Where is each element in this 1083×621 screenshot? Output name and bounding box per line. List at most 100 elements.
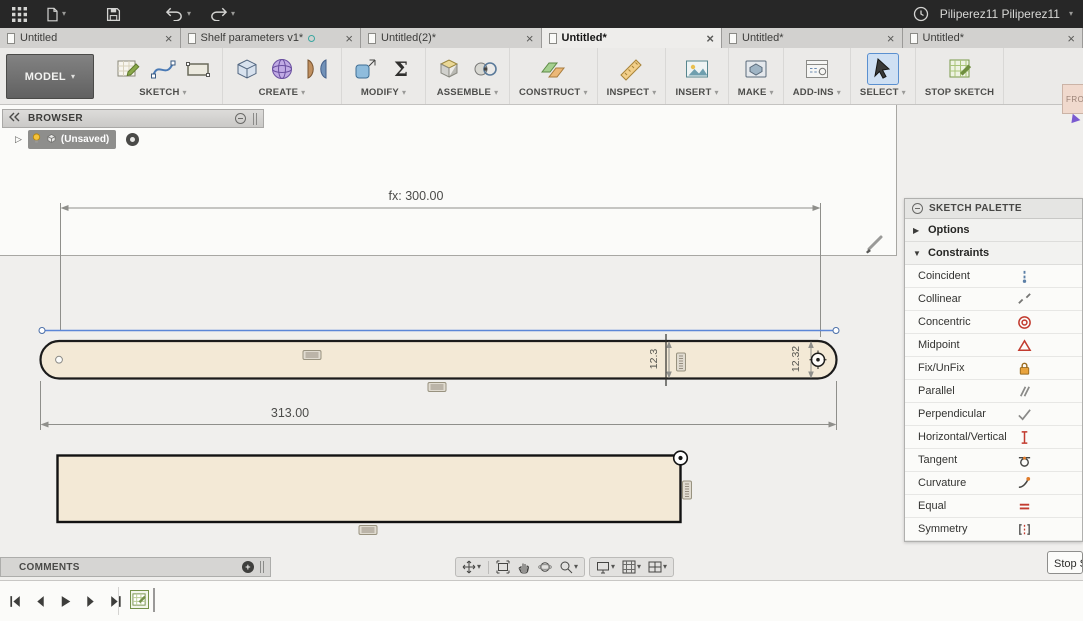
dim-top-label[interactable]: fx: 300.00 <box>389 189 444 203</box>
close-tab-button[interactable] <box>345 32 353 45</box>
workspace-selector[interactable]: MODEL ▾ <box>6 54 94 99</box>
ribbon-dropdown-select[interactable]: SELECT ▾ <box>860 85 906 100</box>
plane-button[interactable] <box>538 54 568 84</box>
dim-height-right-label[interactable]: 12.32 <box>790 346 802 372</box>
step-forward-button[interactable] <box>83 593 99 609</box>
loft-button[interactable] <box>302 54 332 84</box>
nav-zoom-button[interactable]: ▾ <box>557 559 580 575</box>
box-button[interactable] <box>232 54 262 84</box>
panel-grip[interactable] <box>260 561 264 573</box>
insert-image-button[interactable] <box>682 54 712 84</box>
sphere-button[interactable] <box>267 54 297 84</box>
display-settings-button[interactable]: ▾ <box>594 559 617 575</box>
nav-orbit-button[interactable] <box>536 559 554 575</box>
ribbon-dropdown-create[interactable]: CREATE ▾ <box>259 85 306 100</box>
stop-sketch-button[interactable]: Stop S <box>1047 551 1083 574</box>
constraint-row-midpoint[interactable]: Midpoint <box>905 334 1082 357</box>
section-options[interactable]: ▶ Options <box>905 219 1082 242</box>
sketch-button[interactable] <box>113 54 143 84</box>
close-tab-button[interactable] <box>526 32 534 45</box>
constraint-row-parallel[interactable]: Parallel <box>905 380 1082 403</box>
slot-profile[interactable] <box>39 339 838 380</box>
collapse-panel-icon[interactable] <box>235 113 246 124</box>
select-cursor-button[interactable] <box>866 52 899 85</box>
constraint-row-fix-unfix[interactable]: Fix/UnFix <box>905 357 1082 380</box>
press-pull-button[interactable] <box>351 54 381 84</box>
dim-width-label[interactable]: 313.00 <box>271 406 309 420</box>
skip-to-start-button[interactable] <box>8 593 24 609</box>
play-button[interactable] <box>58 593 74 609</box>
close-tab-button[interactable] <box>165 32 173 45</box>
ribbon-dropdown-stop-sketch[interactable]: STOP SKETCH <box>925 85 994 100</box>
file-menu-button[interactable]: ▾ <box>43 7 68 22</box>
constraint-row-equal[interactable]: Equal <box>905 495 1082 518</box>
document-chip[interactable]: (Unsaved) <box>27 130 117 149</box>
viewports-button[interactable]: ▾ <box>646 559 669 575</box>
browser-root-item[interactable]: ▷ (Unsaved) <box>2 129 264 150</box>
comments-bar[interactable]: COMMENTS + <box>0 557 271 577</box>
visibility-eye-icon[interactable] <box>126 133 140 146</box>
save-button[interactable] <box>104 7 123 22</box>
joint-button[interactable] <box>470 54 500 84</box>
ribbon-dropdown-construct[interactable]: CONSTRUCT ▾ <box>519 85 588 100</box>
make-button[interactable] <box>741 54 771 84</box>
palette-header[interactable]: SKETCH PALETTE <box>905 199 1082 219</box>
job-status-button[interactable] <box>911 6 931 22</box>
tab-untitled-0[interactable]: Untitled <box>0 28 181 48</box>
constraint-row-concentric[interactable]: Concentric <box>905 311 1082 334</box>
addins-button[interactable] <box>802 54 832 84</box>
parameters-sigma-button[interactable]: Σ <box>386 54 416 84</box>
close-tab-button[interactable] <box>706 32 714 45</box>
timeline-position-marker[interactable] <box>153 588 155 612</box>
spline-button[interactable] <box>148 54 178 84</box>
viewport[interactable]: fx: 300.00 12.3 12.32 313.00 BROWSER ▷ (… <box>0 105 1083 580</box>
ribbon-dropdown-inspect[interactable]: INSPECT ▾ <box>607 85 657 100</box>
construction-line-selected[interactable] <box>38 327 840 334</box>
ribbon-dropdown-make[interactable]: MAKE ▾ <box>738 85 774 100</box>
skip-to-end-button[interactable] <box>108 593 124 609</box>
ribbon-dropdown-modify[interactable]: MODIFY ▾ <box>361 85 406 100</box>
timeline-sketch-feature[interactable] <box>130 590 149 609</box>
add-comment-icon[interactable]: + <box>242 561 254 573</box>
constraint-row-symmetry[interactable]: Symmetry <box>905 518 1082 541</box>
section-constraints[interactable]: ▼ Constraints <box>905 242 1082 265</box>
constraint-row-coincident[interactable]: Coincident <box>905 265 1082 288</box>
close-tab-button[interactable] <box>1067 32 1075 45</box>
collapse-palette-icon[interactable] <box>912 203 923 214</box>
app-grid-button[interactable] <box>10 6 29 22</box>
dim-height-left-label[interactable]: 12.3 <box>648 349 660 370</box>
redo-button[interactable]: ▾ <box>207 7 237 21</box>
nav-pan-button[interactable] <box>515 559 533 575</box>
new-component-button[interactable] <box>435 54 465 84</box>
expand-arrow-icon[interactable]: ▷ <box>15 134 22 145</box>
constraint-row-collinear[interactable]: Collinear <box>905 288 1082 311</box>
user-name[interactable]: Piliperez11 Piliperez11 <box>940 7 1060 21</box>
constraint-row-curvature[interactable]: Curvature <box>905 472 1082 495</box>
stop-sketch-button[interactable] <box>945 54 975 84</box>
grid-settings-button[interactable]: ▾ <box>620 559 643 575</box>
ribbon-dropdown-insert[interactable]: INSERT ▾ <box>675 85 718 100</box>
ribbon-dropdown-add-ins[interactable]: ADD-INS ▾ <box>793 85 841 100</box>
bulb-icon[interactable] <box>31 132 42 147</box>
ribbon-dropdown-assemble[interactable]: ASSEMBLE ▾ <box>437 85 499 100</box>
rectangle-profile[interactable] <box>56 454 682 524</box>
slot-left-center-point[interactable] <box>55 355 63 364</box>
viewcube[interactable]: FRO <box>1062 84 1083 114</box>
nav-move-button[interactable]: ▾ <box>460 559 483 575</box>
close-tab-button[interactable] <box>887 32 895 45</box>
constraint-row-horizontal-vertical[interactable]: Horizontal/Vertical <box>905 426 1082 449</box>
tab-untitled-5[interactable]: Untitled* <box>902 28 1083 48</box>
tab-untitled-3[interactable]: Untitled* <box>541 28 722 48</box>
panel-grip[interactable] <box>253 112 257 125</box>
step-back-button[interactable] <box>33 593 49 609</box>
browser-header[interactable]: BROWSER <box>2 109 264 128</box>
constraint-row-perpendicular[interactable]: Perpendicular <box>905 403 1082 426</box>
tab-untitled-4[interactable]: Untitled* <box>722 28 903 48</box>
measure-button[interactable] <box>617 54 647 84</box>
corner-point-target[interactable] <box>672 450 689 466</box>
rectangle-button[interactable] <box>183 54 213 84</box>
nav-fit-button[interactable] <box>494 559 512 575</box>
tab-shelf-parameters-v1-1[interactable]: Shelf parameters v1* <box>180 28 361 48</box>
tab-untitled-2-2[interactable]: Untitled(2)* <box>361 28 542 48</box>
constraint-row-tangent[interactable]: Tangent <box>905 449 1082 472</box>
